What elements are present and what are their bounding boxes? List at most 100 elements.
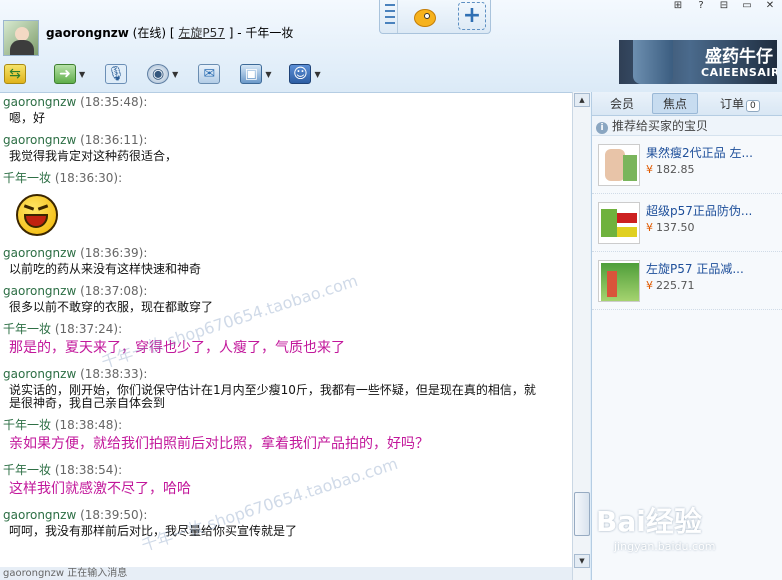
message-text: 说实话的，刚开始，你们说保守估计在1月内至少瘦10斤，我都有一些怀疑，但是现在真… (9, 383, 536, 410)
chevron-down-icon[interactable]: ▼ (79, 70, 85, 79)
sender-name: gaorongnzw (3, 508, 77, 522)
tab-focus[interactable]: 焦点 (652, 93, 698, 114)
close-button[interactable]: ✕ (762, 0, 778, 12)
signature-link[interactable]: 左旋P57 (178, 26, 225, 40)
banner-subtitle: CAIEENSAIR (701, 66, 777, 79)
chat-history[interactable]: gaorongnzw (18:35:48): 嗯，好 gaorongnzw (1… (0, 92, 572, 567)
video-button[interactable]: ◉ ▼ (147, 62, 178, 86)
message-text: 呵呵，我没有那样前后对比，我尽量给你买宣传就是了 (9, 524, 298, 538)
contact-name[interactable]: gaorongnzw (46, 26, 129, 40)
sender-name: gaorongnzw (3, 367, 77, 381)
product-item[interactable]: 超级p57正品防伪... ¥137.50 (592, 194, 782, 252)
sender-name: gaorongnzw (3, 284, 77, 298)
message-text: 很多以前不敢穿的衣服，现在都敢穿了 (9, 300, 214, 314)
sender-name: gaorongnzw (3, 133, 77, 147)
laughing-emoji-icon (14, 192, 64, 238)
message-text: 嗯，好 (9, 111, 46, 125)
product-price: ¥137.50 (646, 221, 695, 234)
sender-name: 千年一妆 (3, 171, 52, 185)
contact-status: (在线) (132, 26, 167, 40)
message-header: gaorongnzw (18:38:33): (0, 365, 572, 384)
maximize-button[interactable]: ▭ (739, 0, 755, 12)
monitor-icon: ▣ (240, 64, 263, 84)
help-button[interactable]: ? (693, 0, 709, 12)
shop-name: 千年一妆 (245, 26, 294, 40)
sender-name: gaorongnzw (3, 246, 77, 260)
chat-window-header: gaorongnzw (在线) [ 左旋P57 ] - 千年一妆 + ⊞ ? ⊟… (0, 0, 782, 92)
message-header: 千年一妆 (18:38:54): (0, 461, 572, 480)
message-time: (18:39:50): (80, 508, 148, 522)
recommend-header: i 推荐给买家的宝贝 (592, 116, 782, 136)
sender-name: 千年一妆 (3, 463, 52, 477)
info-icon: i (596, 122, 608, 134)
remote-screen-button[interactable]: ▣ ▼ (240, 62, 271, 86)
tab-orders[interactable]: 订单 0 (720, 95, 760, 112)
message-header: gaorongnzw (18:36:11): (0, 131, 572, 150)
scroll-thumb[interactable] (574, 492, 590, 536)
sender-name: gaorongnzw (3, 95, 77, 109)
price-value: 137.50 (656, 221, 695, 234)
contact-title: gaorongnzw (在线) [ 左旋P57 ] - 千年一妆 (46, 24, 293, 41)
chat-toolbar: ⇆ ➜ ▼ 🎙 ◉ ▼ ✉ ▣ ▼ ☺ ▼ (0, 60, 590, 88)
message-time: (18:38:54): (54, 463, 123, 477)
message-time: (18:37:24): (54, 322, 123, 336)
add-plugin-button[interactable]: + (458, 2, 486, 30)
panel-tabs: 会员 焦点 订单 0 (592, 92, 782, 116)
jeans-image (633, 40, 673, 84)
message-text: 这样我们就感激不尽了，哈哈 (9, 481, 191, 497)
sender-name: 千年一妆 (3, 418, 52, 432)
voice-button[interactable]: 🎙 (105, 62, 128, 86)
message-text: 我觉得我肯定对这种药很适合， (9, 149, 178, 163)
ad-banner[interactable]: 盛药牛仔 CAIEENSAIR (619, 40, 777, 84)
currency-symbol: ¥ (646, 221, 653, 234)
product-item[interactable]: 左旋P57 正品减... ¥225.71 (592, 252, 782, 310)
chevron-down-icon[interactable]: ▼ (265, 70, 271, 79)
contact-avatar[interactable] (3, 20, 39, 56)
tab-member[interactable]: 会员 (592, 95, 652, 112)
product-thumbnail[interactable] (598, 260, 640, 302)
message-time: (18:35:48): (80, 95, 148, 109)
title-separator: - (237, 26, 242, 40)
product-name-link[interactable]: 果然瘦2代正品 左... (646, 144, 778, 161)
menu-icon[interactable] (382, 0, 398, 33)
scroll-up-arrow-icon[interactable]: ▲ (574, 93, 590, 107)
send-file-icon: ➜ (54, 64, 76, 84)
product-thumbnail[interactable] (598, 202, 640, 244)
pin-button[interactable]: ⊟ (716, 0, 732, 12)
product-thumbnail[interactable] (598, 144, 640, 186)
recommend-label: 推荐给买家的宝贝 (612, 119, 709, 133)
product-name-link[interactable]: 左旋P57 正品减... (646, 260, 778, 277)
center-toolbar: + (379, 0, 491, 34)
message-text: 以前吃的药从来没有这样快速和神奇 (9, 262, 202, 276)
chat-scrollbar[interactable]: ▲ ▼ (572, 92, 590, 580)
price-value: 182.85 (656, 163, 695, 176)
message-header: gaorongnzw (18:35:48): (0, 93, 572, 112)
message-button[interactable]: ✉ (198, 62, 221, 86)
product-price: ¥182.85 (646, 163, 695, 176)
message-header: gaorongnzw (18:39:50): (0, 506, 572, 525)
chevron-down-icon[interactable]: ▼ (314, 70, 320, 79)
window-controls: ⊞ ? ⊟ ▭ ✕ (670, 0, 778, 12)
microphone-icon: 🎙 (105, 64, 128, 84)
message-text: 亲如果方便，就给我们拍照前后对比照，拿着我们产品拍的，好吗？ (9, 436, 429, 452)
message-time: (18:36:30): (54, 171, 123, 185)
contact-card-button[interactable]: ☺ ▼ (289, 62, 321, 86)
product-item[interactable]: 果然瘦2代正品 左... ¥182.85 (592, 136, 782, 194)
scroll-down-arrow-icon[interactable]: ▼ (574, 554, 590, 568)
chevron-down-icon[interactable]: ▼ (172, 70, 178, 79)
message-time: (18:36:39): (80, 246, 148, 260)
send-file-button[interactable]: ➜ ▼ (54, 62, 85, 86)
message-header: 千年一妆 (18:37:24): (0, 320, 572, 339)
banner-title: 盛药牛仔 (705, 47, 773, 67)
transfer-button[interactable]: ⇆ (4, 62, 26, 86)
message-text: 那是的，夏天来了，穿得也少了，人瘦了，气质也来了 (9, 340, 345, 356)
sender-name: 千年一妆 (3, 322, 52, 336)
product-name-link[interactable]: 超级p57正品防伪... (646, 202, 778, 219)
mascot-bird-icon[interactable] (410, 3, 440, 29)
price-value: 225.71 (656, 279, 695, 292)
baidu-logo: Bai经验 (596, 505, 702, 538)
site-watermark: Bai经验 jingyan.baidu.com (596, 500, 776, 570)
bracket-close: ] (228, 26, 234, 40)
contact-card-icon: ☺ (289, 64, 312, 84)
window-layout-button[interactable]: ⊞ (670, 0, 686, 12)
